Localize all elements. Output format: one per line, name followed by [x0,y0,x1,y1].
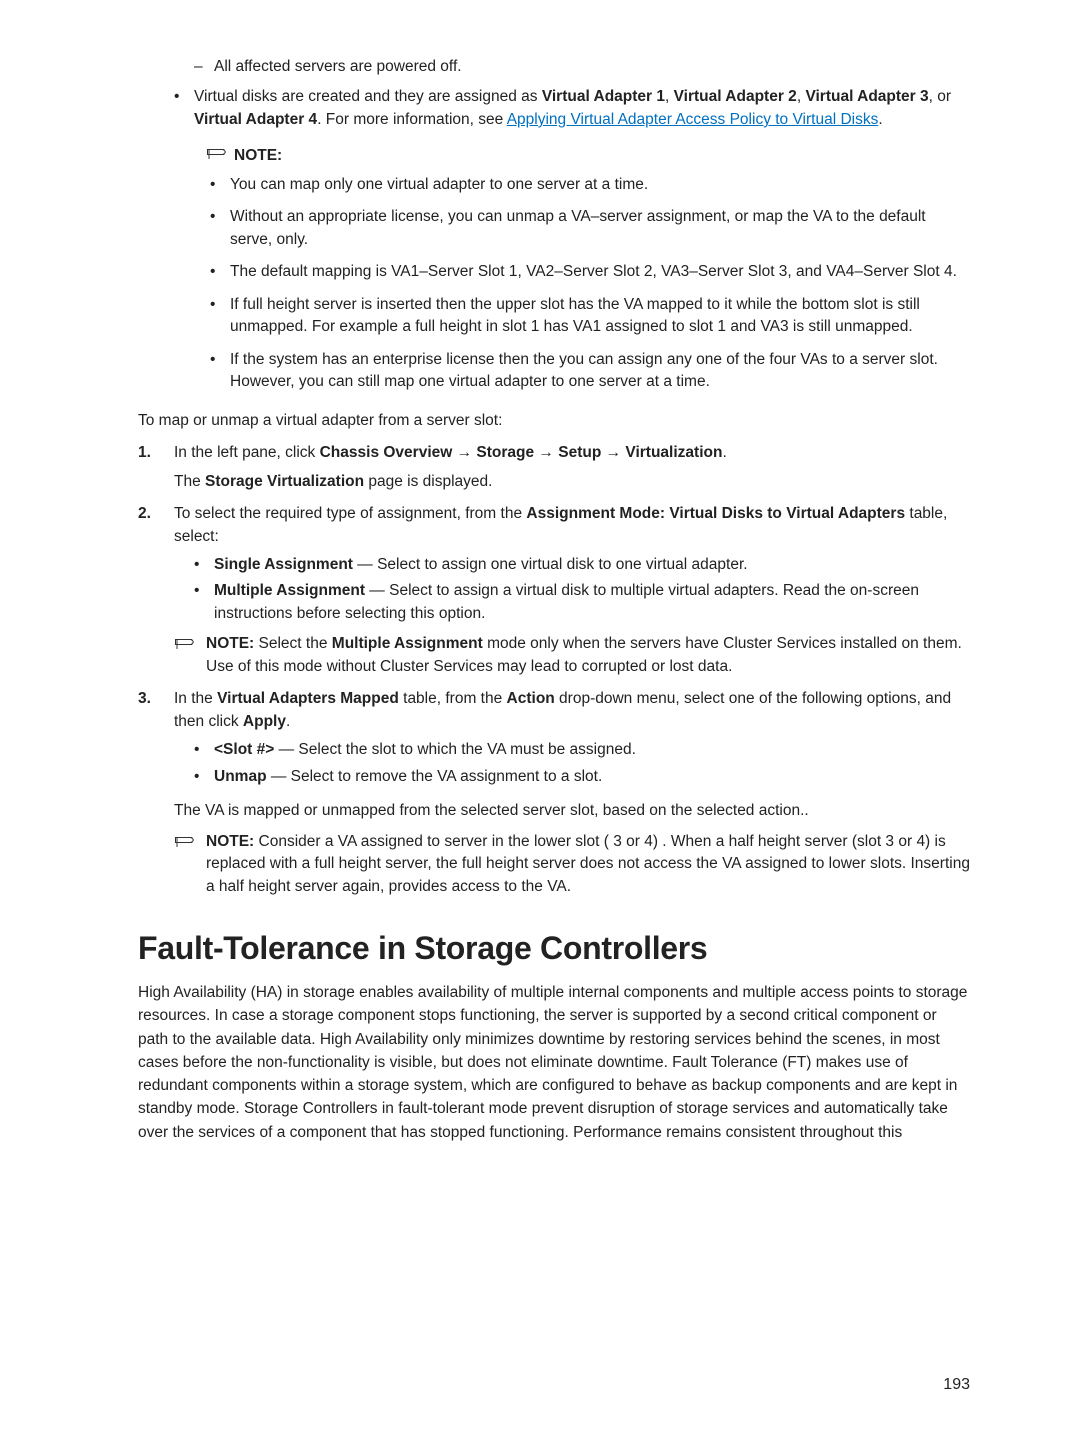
s2-bullet-1: Single Assignment — Select to assign one… [194,554,970,576]
more-info: . For more information, see [317,111,507,128]
s3-result: The VA is mapped or unmapped from the se… [174,800,970,822]
vd-pre: Virtual disks are created and they are a… [194,88,542,105]
page-number: 193 [943,1376,970,1394]
note1-text: Without an appropriate license, you can … [230,208,926,247]
s2-pre: To select the required type of assignmen… [174,505,526,522]
sublist-item: All affected servers are powered off. [194,56,970,78]
s1-pre: In the left pane, click [174,444,320,461]
note1-text: If the system has an enterprise license … [230,351,938,390]
s3-b2-txt: — Select to remove the VA assignment to … [267,768,603,785]
sublist-text: All affected servers are powered off. [214,58,462,75]
intro-text: To map or unmap a virtual adapter from a… [138,410,970,432]
s2-bullet-2: Multiple Assignment — Select to assign a… [194,580,970,625]
s3-b1-lbl: <Slot #> [214,741,274,758]
s2-b1-txt: — Select to assign one virtual disk to o… [353,556,748,573]
s1-path: Chassis Overview → Storage → Setup → Vir… [320,444,723,461]
s3-pre: In the [174,690,217,707]
va3: Virtual Adapter 3 [805,88,928,105]
section-heading: Fault-Tolerance in Storage Controllers [138,930,970,967]
va4: Virtual Adapter 4 [194,111,317,128]
s3-note-txt: Consider a VA assigned to server in the … [206,833,970,895]
period: . [878,111,882,128]
s2-bold1: Assignment Mode: Virtual Disks to Virtua… [526,505,905,522]
step-2: To select the required type of assignmen… [138,503,970,678]
va1: Virtual Adapter 1 [542,88,665,105]
s1-l2-pre: The [174,473,205,490]
s3-mid1: table, from the [399,690,507,707]
s2-note-bold: Multiple Assignment [332,635,483,652]
s3-bold2: Action [507,690,555,707]
note1-text: You can map only one virtual adapter to … [230,176,648,193]
s1-l2-bold: Storage Virtualization [205,473,364,490]
s3-note-lbl: NOTE: [206,833,259,850]
page-container: All affected servers are powered off. Vi… [0,0,1080,1434]
top-bullet-list: Virtual disks are created and they are a… [138,86,970,131]
s3-bold3: Apply [243,713,286,730]
note1-item: Without an appropriate license, you can … [210,206,970,251]
note1-text: The default mapping is VA1–Server Slot 1… [230,263,957,280]
section-para: High Availability (HA) in storage enable… [138,981,970,1144]
ordered-steps: In the left pane, click Chassis Overview… [138,442,970,898]
top-bullet-vd: Virtual disks are created and they are a… [174,86,970,131]
policy-link[interactable]: Applying Virtual Adapter Access Policy t… [507,111,879,128]
note-block-1: NOTE: You can map only one virtual adapt… [174,145,970,393]
note1-item: The default mapping is VA1–Server Slot 1… [210,261,970,283]
s3-b2-lbl: Unmap [214,768,267,785]
s3-bullet-1: <Slot #> — Select the slot to which the … [194,739,970,761]
pencil-icon [174,833,196,851]
s2-note-lbl: NOTE: [206,635,259,652]
s2-b2-lbl: Multiple Assignment [214,582,365,599]
s1-l2-post: page is displayed. [364,473,492,490]
s3-bold1: Virtual Adapters Mapped [217,690,399,707]
pencil-icon [206,145,228,163]
step-3: In the Virtual Adapters Mapped table, fr… [138,688,970,898]
note1-item: You can map only one virtual adapter to … [210,174,970,196]
va2: Virtual Adapter 2 [674,88,797,105]
note1-item: If full height server is inserted then t… [210,294,970,339]
s1-post: . [722,444,726,461]
s2-b1-lbl: Single Assignment [214,556,353,573]
s2-note-pre: Select the [259,635,332,652]
s2-note: NOTE: Select the Multiple Assignment mod… [174,633,970,678]
note-label: NOTE: [234,145,282,167]
s3-post: . [286,713,290,730]
note1-text: If full height server is inserted then t… [230,296,920,335]
s3-note: NOTE: Consider a VA assigned to server i… [174,831,970,898]
s3-bullet-2: Unmap — Select to remove the VA assignme… [194,766,970,788]
s3-b1-txt: — Select the slot to which the VA must b… [274,741,636,758]
nested-sublist: All affected servers are powered off. [138,56,970,78]
note1-item: If the system has an enterprise license … [210,349,970,394]
pencil-icon [174,635,196,653]
step-1: In the left pane, click Chassis Overview… [138,442,970,493]
